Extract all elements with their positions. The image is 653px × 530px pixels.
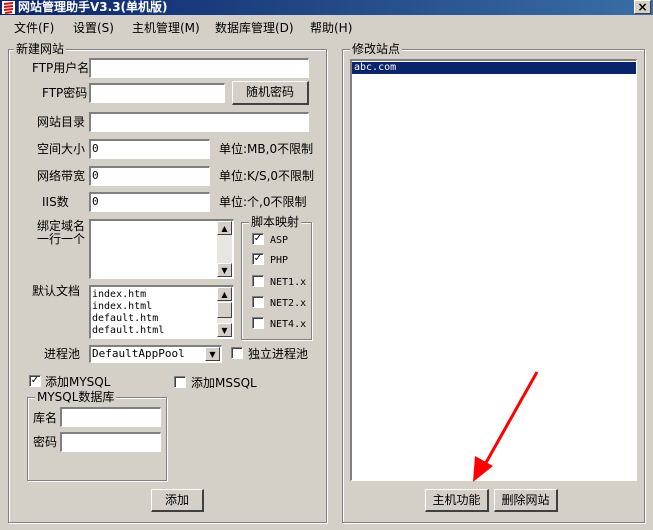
site-directory-input[interactable]	[89, 112, 309, 132]
script-php-label: PHP	[270, 255, 289, 266]
db-name-input[interactable]	[60, 407, 161, 427]
default-document-list[interactable]: index.htm index.html default.htm default…	[89, 285, 234, 339]
list-item[interactable]: index.html	[92, 301, 233, 313]
ftp-password-label: FTP密码	[42, 86, 88, 100]
menu-database-management[interactable]: 数据库管理(D)	[215, 19, 294, 37]
independent-pool-label: 独立进程池	[248, 347, 309, 361]
new-site-group-title: 新建网站	[14, 42, 67, 56]
modify-site-group-title: 修改站点	[350, 42, 403, 56]
window-title: 网站管理助手V3.3(单机版)	[18, 0, 168, 14]
add-site-button[interactable]: 添加	[151, 489, 204, 512]
list-item[interactable]: index.htm	[92, 289, 233, 301]
red-arrow-annotation	[473, 371, 539, 482]
domain-binding-hint: 一行一个	[37, 232, 86, 246]
menu-help[interactable]: 帮助(H)	[310, 19, 352, 37]
site-directory-label: 网站目录	[37, 115, 86, 129]
db-name-label: 库名	[33, 411, 58, 425]
space-unit-label: 单位:MB,0不限制	[219, 142, 314, 156]
script-mapping-title: 脚本映射	[249, 215, 302, 229]
app-logo-icon	[2, 1, 15, 14]
domain-scroll-down-icon[interactable]: ▼	[217, 263, 232, 277]
domain-binding-label: 绑定域名	[37, 219, 86, 233]
script-net2-label: NET2.x	[270, 298, 307, 309]
app-pool-select[interactable]: DefaultAppPool	[89, 345, 222, 363]
db-password-input[interactable]	[60, 432, 161, 452]
list-item[interactable]: default.htm	[92, 313, 233, 325]
mysql-database-title: MYSQL数据库	[35, 390, 117, 404]
menu-file[interactable]: 文件(F)	[14, 19, 54, 37]
default-document-label: 默认文档	[32, 284, 81, 298]
title-bar: 网站管理助手V3.3(单机版) ×	[0, 0, 653, 15]
list-item[interactable]: default.html	[92, 325, 233, 337]
script-net4-checkbox[interactable]	[252, 317, 264, 329]
random-password-button[interactable]: 随机密码	[232, 81, 309, 105]
default-doc-scroll-down-icon[interactable]: ▼	[217, 323, 232, 337]
add-mysql-checkbox[interactable]: ✓	[29, 375, 41, 387]
bandwidth-unit-label: 单位:K/S,0不限制	[219, 169, 315, 183]
script-php-checkbox[interactable]: ✓	[252, 253, 264, 265]
db-password-label: 密码	[33, 435, 58, 449]
default-doc-scroll-up-icon[interactable]: ▲	[217, 287, 232, 301]
site-list-item[interactable]: abc.com	[352, 62, 636, 74]
script-asp-label: ASP	[270, 235, 289, 246]
space-size-input[interactable]: 0	[89, 139, 210, 159]
host-function-button[interactable]: 主机功能	[425, 489, 489, 512]
add-mssql-label: 添加MSSQL	[191, 376, 257, 390]
script-net1-checkbox[interactable]	[252, 275, 264, 287]
delete-site-button[interactable]: 删除网站	[494, 489, 558, 512]
script-net1-label: NET1.x	[270, 277, 307, 288]
iis-unit-label: 单位:个,0不限制	[219, 195, 307, 209]
app-pool-dropdown-icon[interactable]: ▼	[205, 347, 220, 361]
space-size-label: 空间大小	[37, 142, 86, 156]
add-mssql-checkbox[interactable]	[174, 376, 186, 388]
close-button[interactable]: ×	[634, 0, 651, 14]
domain-binding-textarea[interactable]	[89, 219, 234, 279]
script-net4-label: NET4.x	[270, 319, 307, 330]
ftp-password-input[interactable]	[89, 83, 225, 103]
ftp-user-label: FTP用户名	[32, 61, 90, 75]
independent-pool-checkbox[interactable]	[231, 347, 243, 359]
iis-count-label: IIS数	[42, 195, 69, 209]
iis-count-input[interactable]: 0	[89, 192, 210, 212]
menu-bar: 文件(F) 设置(S) 主机管理(M) 数据库管理(D) 帮助(H)	[0, 17, 653, 39]
add-mysql-label: 添加MYSQL	[45, 375, 111, 389]
menu-settings[interactable]: 设置(S)	[73, 19, 114, 37]
default-doc-scroll-thumb[interactable]	[217, 302, 232, 318]
app-pool-label: 进程池	[44, 347, 81, 361]
domain-scroll-up-icon[interactable]: ▲	[217, 221, 232, 235]
script-asp-checkbox[interactable]: ✓	[252, 233, 264, 245]
bandwidth-input[interactable]: 0	[89, 166, 210, 186]
script-net2-checkbox[interactable]	[252, 296, 264, 308]
bandwidth-label: 网络带宽	[37, 169, 86, 183]
menu-host-management[interactable]: 主机管理(M)	[132, 19, 200, 37]
ftp-user-input[interactable]	[89, 58, 309, 78]
